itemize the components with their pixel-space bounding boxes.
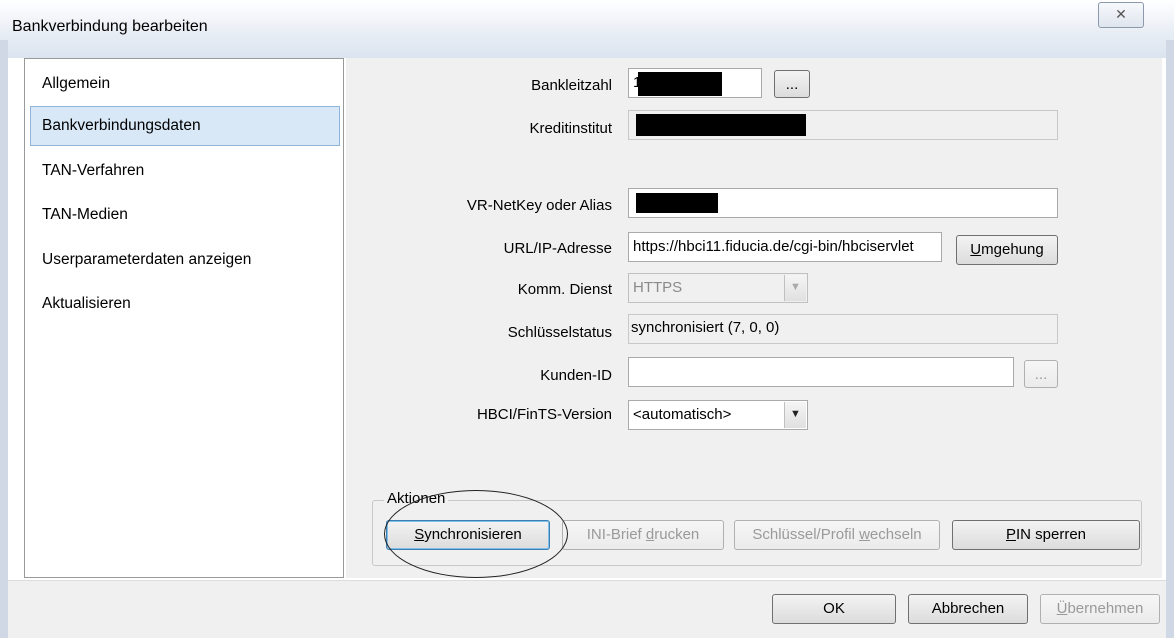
ok-button[interactable]: OK [772,594,896,624]
url-label: URL/IP-Adresse [503,240,612,257]
sidebar-item-userparameterdaten[interactable]: Userparameterdaten anzeigen [30,240,340,280]
close-icon: ✕ [1115,6,1127,22]
kunden-id-browse-button[interactable]: ... [1024,360,1058,388]
uebernehmen-button[interactable]: Übernehmen [1040,594,1160,624]
window-frame-left [0,40,8,638]
window-title: Bankverbindung bearbeiten [12,18,208,35]
hbci-version-value: <automatisch> [633,406,732,423]
schluessel-wechseln-button[interactable]: Schlüssel/Profil wechseln [734,520,940,550]
umgehung-button[interactable]: Umgehung [956,235,1058,265]
schluesselstatus-field: synchronisiert (7, 0, 0) [628,314,1058,344]
sidebar-nav: Allgemein Bankverbindungsdaten TAN-Verfa… [24,58,344,578]
redaction-bar [636,114,806,136]
hbci-version-select[interactable]: <automatisch> ▼ [628,400,808,430]
komm-dienst-select[interactable]: HTTPS ▼ [628,273,808,303]
sidebar-item-bankverbindungsdaten[interactable]: Bankverbindungsdaten [30,106,340,146]
bankleitzahl-label: Bankleitzahl [531,77,612,94]
pin-sperren-button[interactable]: PIN sperren [952,520,1140,550]
window-frame-right [1166,40,1174,638]
kunden-id-label: Kunden-ID [540,367,612,384]
sidebar-item-allgemein[interactable]: Allgemein [30,64,340,104]
ini-brief-button[interactable]: INI-Brief drucken [562,520,724,550]
komm-dienst-label: Komm. Dienst [517,281,612,298]
redaction-bar [636,193,718,213]
komm-dienst-value: HTTPS [633,279,683,296]
bankleitzahl-browse-button[interactable]: ... [774,70,810,98]
schluesselstatus-label: Schlüsselstatus [507,324,612,341]
close-button[interactable]: ✕ [1098,2,1144,28]
netkey-label: VR-NetKey oder Alias [466,197,612,214]
kreditinstitut-label: Kreditinstitut [529,120,612,137]
abbrechen-button[interactable]: Abbrechen [908,594,1028,624]
hbci-version-label: HBCI/FinTS-Version [476,406,612,423]
sidebar-item-aktualisieren[interactable]: Aktualisieren [30,284,340,324]
redaction-bar [638,72,722,96]
chevron-down-icon: ▼ [784,275,806,301]
chevron-down-icon: ▼ [784,402,806,428]
sidebar-item-tan-verfahren[interactable]: TAN-Verfahren [30,151,340,191]
kunden-id-input[interactable] [628,357,1014,387]
url-input[interactable]: https://hbci11.fiducia.de/cgi-bin/hbcise… [628,232,942,262]
sidebar-item-tan-medien[interactable]: TAN-Medien [30,195,340,235]
highlight-annotation [384,490,568,578]
